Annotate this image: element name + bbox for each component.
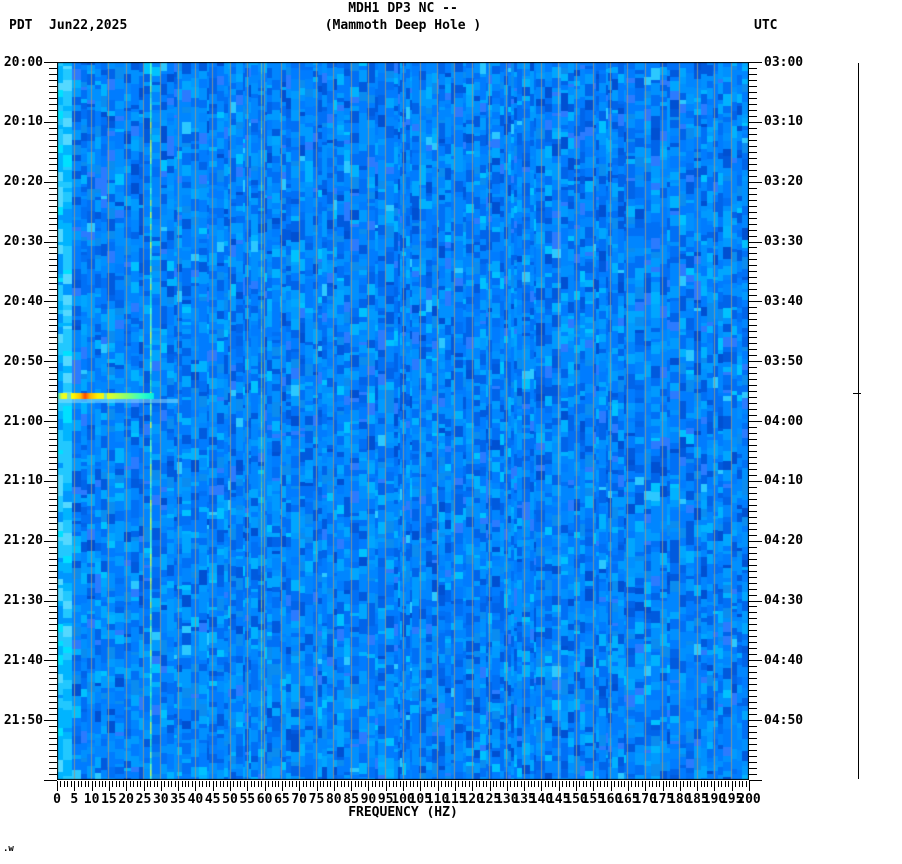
- right-time-tick-label: 03:30: [764, 234, 804, 249]
- right-time-tick-label: 04:20: [764, 533, 804, 549]
- right-time-tick-label: 04:50: [764, 712, 804, 728]
- right-time-tick-label: 03:50: [764, 353, 804, 369]
- x-axis-title: FREQUENCY (HZ): [348, 805, 458, 820]
- right-time-tick-label: 03:00: [764, 54, 804, 70]
- left-time-tick-label: 21:30: [3, 593, 43, 608]
- left-time-tick-label: 20:10: [3, 114, 43, 130]
- left-time-tick-label: 21:40: [3, 652, 43, 668]
- left-time-tick-label: 21:00: [3, 413, 43, 429]
- page-subtitle: (Mammoth Deep Hole ): [324, 18, 482, 33]
- left-time-tick-label: 20:30: [3, 234, 43, 249]
- right-time-tick-label: 03:40: [764, 293, 804, 309]
- right-time-tick-label: 04:30: [764, 593, 804, 608]
- left-time-tick-label: 20:20: [3, 174, 43, 190]
- left-time-tick-label: 20:40: [3, 293, 43, 309]
- left-time-tick-label: 21:10: [3, 473, 43, 489]
- left-time-tick-label: 21:20: [3, 533, 43, 549]
- spectrogram-canvas: [57, 62, 749, 780]
- right-time-tick-label: 04:10: [764, 473, 804, 489]
- footer-artifact-text: .w: [3, 844, 14, 854]
- spectrogram-page: PDT Jun22,2025 MDH1 DP3 NC -- (Mammoth D…: [0, 0, 902, 864]
- timezone-left-label: PDT: [9, 18, 33, 33]
- frequency-tick-label: 200: [737, 792, 761, 807]
- right-time-tick-label: 03:20: [764, 174, 804, 190]
- right-time-tick-label: 03:10: [764, 114, 804, 130]
- right-time-tick-label: 04:40: [764, 652, 804, 668]
- right-time-tick-label: 04:00: [764, 413, 804, 429]
- page-title: MDH1 DP3 NC --: [348, 1, 458, 16]
- left-time-tick-label: 20:00: [3, 54, 43, 70]
- left-time-tick-label: 20:50: [3, 353, 43, 369]
- left-time-tick-label: 21:50: [3, 712, 43, 728]
- timezone-right-label: UTC: [754, 18, 778, 33]
